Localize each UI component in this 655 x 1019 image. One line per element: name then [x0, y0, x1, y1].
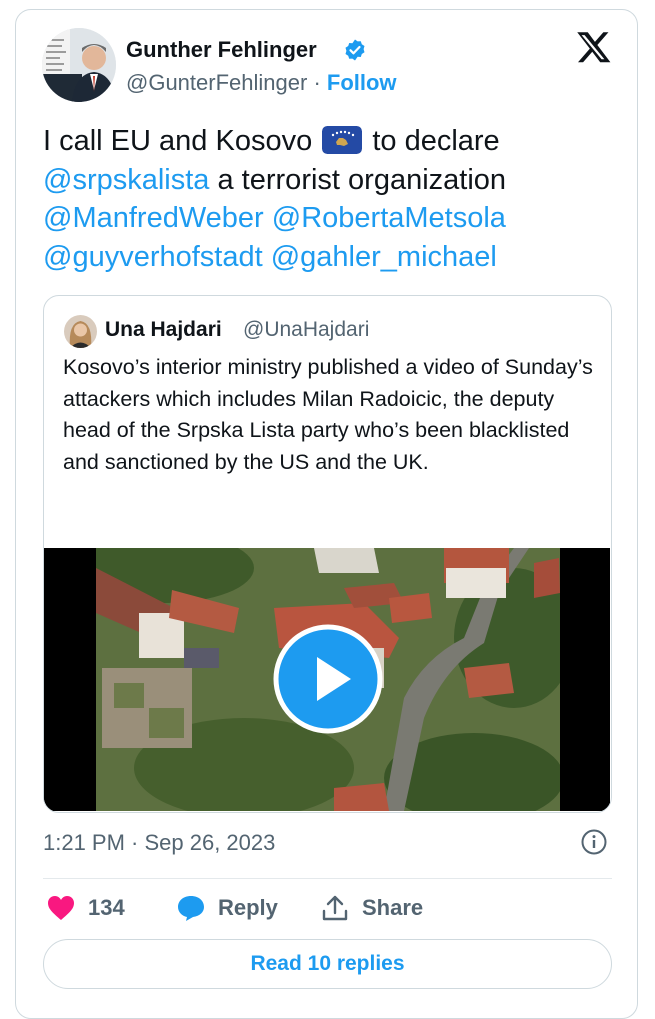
- info-icon[interactable]: [580, 828, 608, 856]
- like-button[interactable]: 134: [46, 890, 125, 926]
- mention-link[interactable]: @guyverhofstadt: [43, 241, 263, 273]
- tweet-timestamp[interactable]: 1:21 PM · Sep 26, 2023: [43, 830, 275, 856]
- share-button[interactable]: Share: [320, 890, 423, 926]
- author-name[interactable]: Gunther Fehlinger: [126, 37, 317, 63]
- read-replies-button[interactable]: Read 10 replies: [43, 939, 612, 989]
- tweet-text-part: a terrorist organization: [217, 163, 507, 196]
- mention-link[interactable]: @srpskalista: [43, 164, 209, 196]
- video-player[interactable]: [44, 548, 610, 811]
- kosovo-flag-icon: [322, 126, 363, 154]
- tweet-text-part: I call EU and Kosovo: [43, 125, 313, 157]
- mention-link[interactable]: @RobertaMetsola: [272, 202, 506, 234]
- author-handle-row: @GunterFehlinger · Follow: [126, 70, 397, 96]
- quoted-tweet[interactable]: Una Hajdari @UnaHajdari Kosovo’s interio…: [43, 295, 612, 813]
- quoted-author-name[interactable]: Una Hajdari: [105, 318, 222, 342]
- author-avatar[interactable]: [42, 28, 116, 102]
- x-logo-icon[interactable]: [575, 30, 611, 66]
- tweet-text: I call EU and Kosovo to declare @srpskal…: [43, 122, 618, 276]
- mention-link[interactable]: @gahler_michael: [271, 241, 497, 273]
- quoted-tweet-text: Kosovo’s interior ministry published a v…: [63, 355, 593, 474]
- mention-link[interactable]: @ManfredWeber: [43, 202, 264, 234]
- quoted-author-handle[interactable]: @UnaHajdari: [243, 318, 369, 342]
- share-label: Share: [362, 895, 424, 920]
- tweet-text-part: to declare: [372, 125, 500, 157]
- verified-badge-icon: [345, 39, 365, 61]
- like-count: 134: [88, 895, 125, 920]
- divider: [43, 878, 612, 879]
- play-icon[interactable]: [273, 624, 383, 734]
- heart-icon: [48, 896, 74, 920]
- action-bar: 134 Reply Share: [0, 890, 655, 926]
- author-handle[interactable]: @GunterFehlinger: [126, 70, 307, 95]
- reply-bubble-icon: [178, 896, 204, 921]
- reply-button[interactable]: Reply: [176, 890, 278, 926]
- reply-label: Reply: [218, 895, 278, 920]
- quoted-author-avatar[interactable]: [64, 315, 97, 348]
- read-replies-label: Read 10 replies: [250, 952, 405, 975]
- separator-dot: ·: [313, 70, 321, 95]
- follow-button[interactable]: Follow: [327, 70, 397, 95]
- share-icon: [322, 895, 348, 921]
